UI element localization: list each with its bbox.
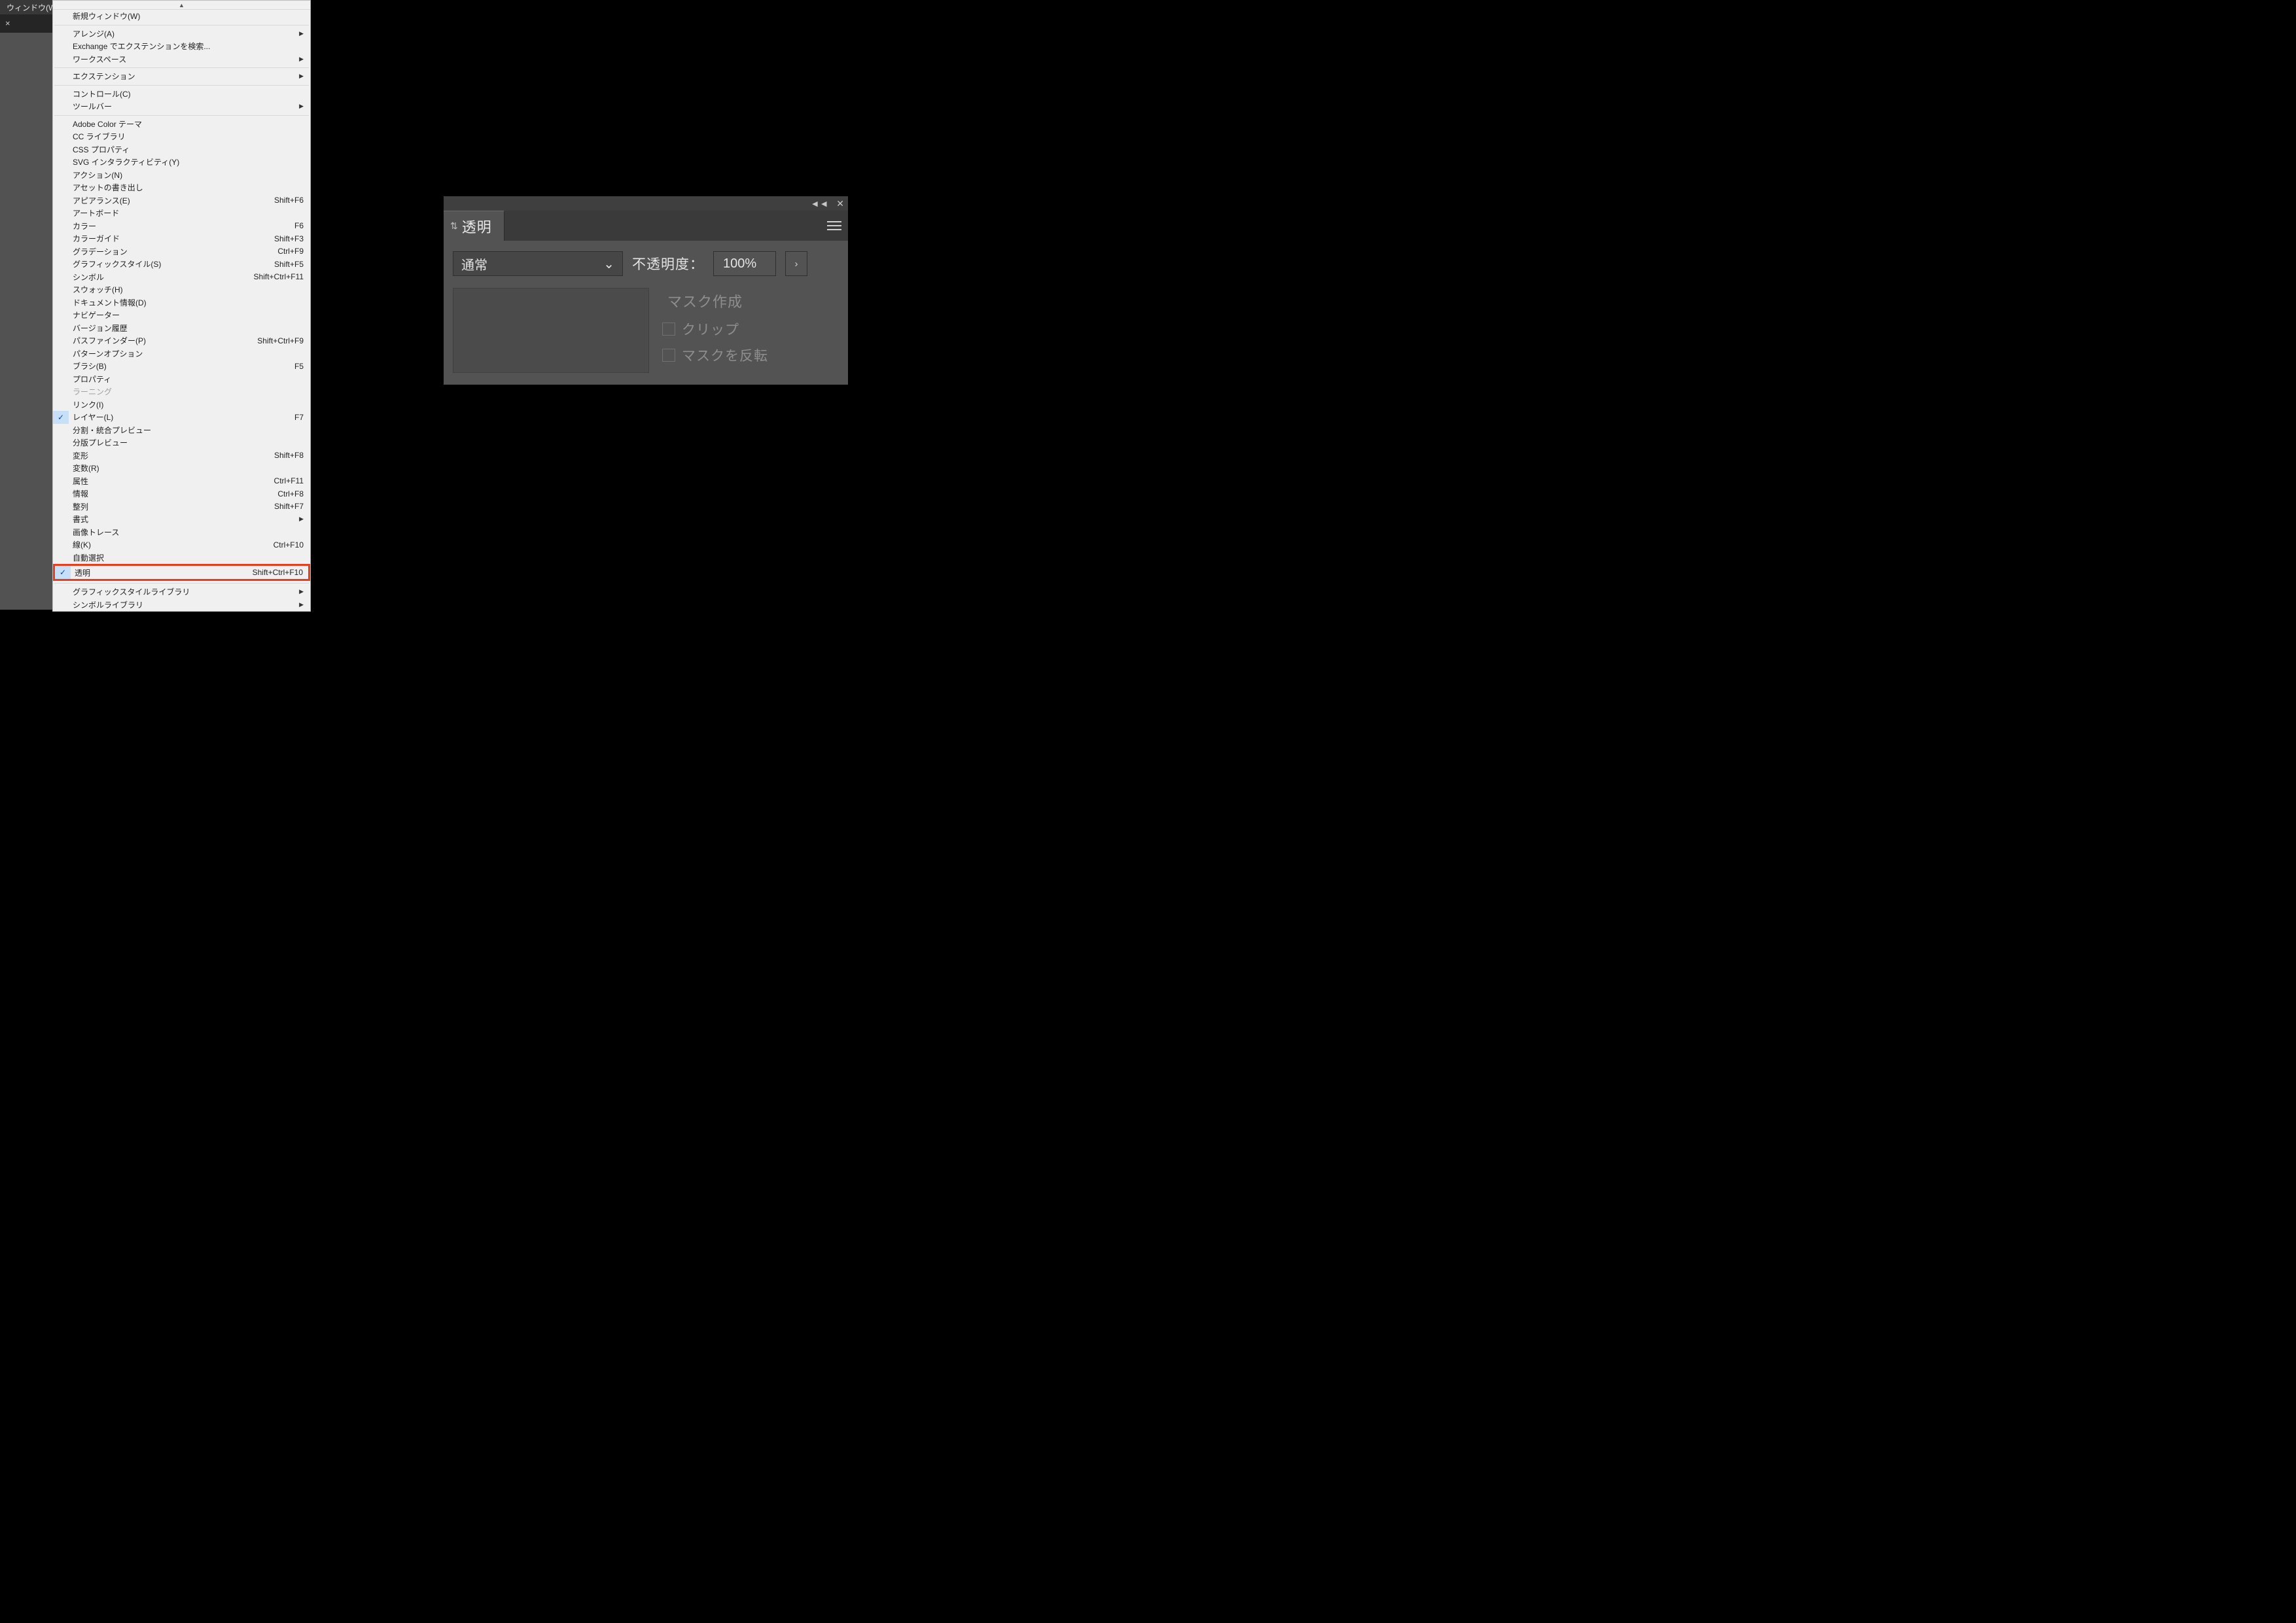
menu-cc-library[interactable]: CC ライブラリ bbox=[53, 130, 310, 143]
chevron-down-icon: ⌄ bbox=[603, 256, 614, 272]
submenu-arrow-icon: ▶ bbox=[299, 601, 304, 608]
menu-info[interactable]: 情報Ctrl+F8 bbox=[53, 487, 310, 500]
menu-property[interactable]: プロパティ bbox=[53, 373, 310, 386]
checkbox-icon bbox=[662, 349, 675, 362]
menu-extension[interactable]: エクステンション▶ bbox=[53, 70, 310, 83]
menu-version-history[interactable]: バージョン履歴 bbox=[53, 322, 310, 335]
tab-title: 透明 bbox=[462, 216, 492, 237]
menu-asset-export[interactable]: アセットの書き出し bbox=[53, 181, 310, 194]
menu-separator bbox=[54, 583, 309, 584]
check-icon: ✓ bbox=[55, 566, 71, 579]
menu-appearance[interactable]: アピアランス(E)Shift+F6 bbox=[53, 194, 310, 207]
menu-color[interactable]: カラーF6 bbox=[53, 220, 310, 233]
submenu-arrow-icon: ▶ bbox=[299, 73, 304, 80]
menu-exchange-search[interactable]: Exchange でエクステンションを検索... bbox=[53, 40, 310, 53]
opacity-slider-toggle[interactable]: › bbox=[785, 251, 807, 276]
window-menu-dropdown: ▲ 新規ウィンドウ(W) アレンジ(A)▶ Exchange でエクステンション… bbox=[52, 0, 311, 612]
menu-arrange[interactable]: アレンジ(A)▶ bbox=[53, 27, 310, 41]
menu-artboard[interactable]: アートボード bbox=[53, 207, 310, 220]
menu-pattern-options[interactable]: パターンオプション bbox=[53, 347, 310, 360]
menu-navigator[interactable]: ナビゲーター bbox=[53, 309, 310, 322]
menu-css-properties[interactable]: CSS プロパティ bbox=[53, 143, 310, 156]
blend-mode-value: 通常 bbox=[461, 254, 487, 273]
left-gutter bbox=[0, 33, 52, 610]
clip-label: クリップ bbox=[682, 319, 739, 339]
menu-transform[interactable]: 変形Shift+F8 bbox=[53, 449, 310, 462]
menu-toolbar[interactable]: ツールバー▶ bbox=[53, 100, 310, 113]
submenu-arrow-icon: ▶ bbox=[299, 515, 304, 523]
mask-thumbnail-area[interactable] bbox=[453, 288, 649, 373]
menu-swatch[interactable]: スウォッチ(H) bbox=[53, 283, 310, 296]
menu-adobe-color[interactable]: Adobe Color テーマ bbox=[53, 118, 310, 131]
menu-symbol-lib[interactable]: シンボルライブラリ▶ bbox=[53, 599, 310, 612]
menu-separator bbox=[54, 85, 309, 86]
tab-transparency[interactable]: ⇅ 透明 bbox=[444, 211, 504, 241]
document-tab-strip: × bbox=[0, 14, 52, 33]
menu-gradient[interactable]: グラデーションCtrl+F9 bbox=[53, 245, 310, 258]
submenu-arrow-icon: ▶ bbox=[299, 588, 304, 595]
transparency-panel: ◄◄ ✕ ⇅ 透明 通常 ⌄ 不透明度： 100% › マスク作成 クリップ bbox=[444, 196, 848, 385]
menu-actions[interactable]: アクション(N) bbox=[53, 169, 310, 182]
menu-align[interactable]: 整列Shift+F7 bbox=[53, 500, 310, 514]
menu-svg-interactivity[interactable]: SVG インタラクティビティ(Y) bbox=[53, 156, 310, 169]
menu-separation-preview[interactable]: 分版プレビュー bbox=[53, 436, 310, 449]
menu-variables[interactable]: 変数(R) bbox=[53, 462, 310, 475]
invert-mask-checkbox-row[interactable]: マスクを反転 bbox=[662, 345, 768, 365]
menu-scroll-up-icon[interactable]: ▲ bbox=[53, 1, 310, 10]
menu-type[interactable]: 書式▶ bbox=[53, 513, 310, 526]
menu-flatten-preview[interactable]: 分割・統合プレビュー bbox=[53, 424, 310, 437]
menu-attributes[interactable]: 属性Ctrl+F11 bbox=[53, 475, 310, 488]
menu-stroke[interactable]: 線(K)Ctrl+F10 bbox=[53, 538, 310, 551]
menu-link[interactable]: リンク(I) bbox=[53, 398, 310, 411]
menu-separator bbox=[54, 115, 309, 116]
menu-control[interactable]: コントロール(C) bbox=[53, 88, 310, 101]
menu-document-info[interactable]: ドキュメント情報(D) bbox=[53, 296, 310, 309]
make-mask-button[interactable]: マスク作成 bbox=[662, 289, 768, 313]
menu-graphic-style-lib[interactable]: グラフィックスタイルライブラリ▶ bbox=[53, 585, 310, 599]
blend-mode-select[interactable]: 通常 ⌄ bbox=[453, 251, 623, 276]
submenu-arrow-icon: ▶ bbox=[299, 56, 304, 63]
menu-pathfinder[interactable]: パスファインダー(P)Shift+Ctrl+F9 bbox=[53, 334, 310, 347]
menu-brush[interactable]: ブラシ(B)F5 bbox=[53, 360, 310, 373]
menu-magic-wand[interactable]: 自動選択 bbox=[53, 551, 310, 565]
menu-new-window[interactable]: 新規ウィンドウ(W) bbox=[53, 10, 310, 23]
doc-close-icon[interactable]: × bbox=[5, 18, 10, 28]
menu-transparency-highlighted[interactable]: ✓ 透明 Shift+Ctrl+F10 bbox=[53, 564, 310, 581]
check-icon: ✓ bbox=[53, 411, 69, 424]
panel-tab-row: ⇅ 透明 bbox=[444, 211, 848, 241]
menu-workspace[interactable]: ワークスペース▶ bbox=[53, 53, 310, 66]
panel-body: 通常 ⌄ 不透明度： 100% › マスク作成 クリップ マスクを反転 bbox=[444, 241, 848, 385]
opacity-input[interactable]: 100% bbox=[713, 251, 776, 276]
opacity-label: 不透明度： bbox=[632, 254, 704, 273]
close-icon[interactable]: ✕ bbox=[836, 198, 844, 209]
submenu-arrow-icon: ▶ bbox=[299, 30, 304, 37]
clip-checkbox-row[interactable]: クリップ bbox=[662, 319, 768, 339]
menu-image-trace[interactable]: 画像トレース bbox=[53, 526, 310, 539]
menu-color-guide[interactable]: カラーガイドShift+F3 bbox=[53, 232, 310, 245]
menu-separator bbox=[54, 67, 309, 68]
menu-layer[interactable]: ✓レイヤー(L)F7 bbox=[53, 411, 310, 424]
panel-topbar: ◄◄ ✕ bbox=[444, 196, 848, 211]
invert-mask-label: マスクを反転 bbox=[682, 345, 768, 365]
menu-graphic-style[interactable]: グラフィックスタイル(S)Shift+F5 bbox=[53, 258, 310, 271]
grip-icon: ⇅ bbox=[450, 220, 457, 232]
menu-symbol[interactable]: シンボルShift+Ctrl+F11 bbox=[53, 271, 310, 284]
menu-learning: ラーニング bbox=[53, 385, 310, 398]
collapse-icon[interactable]: ◄◄ bbox=[811, 198, 829, 209]
checkbox-icon bbox=[662, 323, 675, 336]
submenu-arrow-icon: ▶ bbox=[299, 103, 304, 110]
panel-menu-icon[interactable] bbox=[827, 221, 841, 230]
menu-separator bbox=[54, 25, 309, 26]
